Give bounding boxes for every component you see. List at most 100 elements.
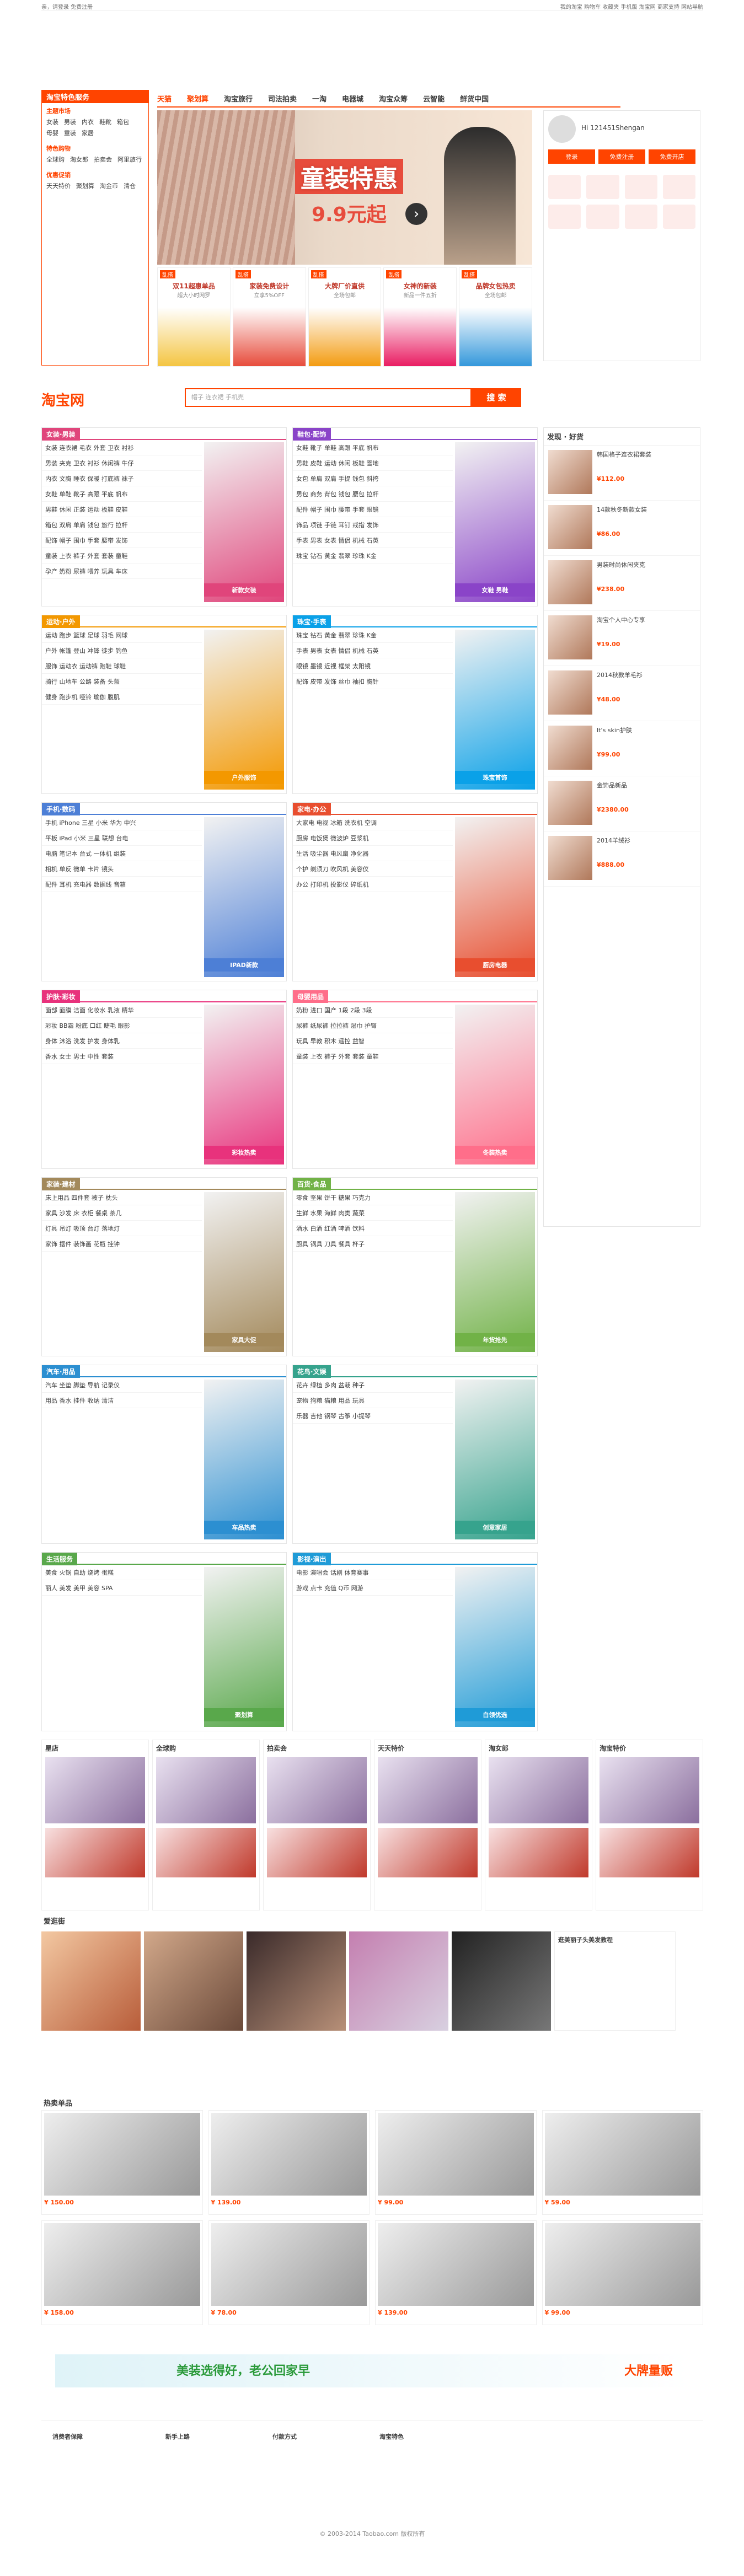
section-title[interactable]: 护肤·彩妆	[42, 990, 80, 1003]
section-row[interactable]: 尿裤 纸尿裤 拉拉裤 湿巾 护臀	[293, 1018, 453, 1033]
section-row[interactable]: 面部 面膜 洁面 化妆水 乳液 精华	[42, 1002, 202, 1018]
section-row[interactable]: 眼镜 墨镜 近视 框架 太阳镜	[293, 658, 453, 674]
section-row[interactable]: 相机 单反 微单 卡片 镜头	[42, 861, 202, 877]
hot-item-card[interactable]: ¥ 59.00	[542, 2110, 703, 2215]
service-item[interactable]: 鞋靴	[99, 117, 111, 126]
service-item[interactable]: 箱包	[117, 117, 129, 126]
grid-icon-4[interactable]	[662, 175, 695, 199]
section-row[interactable]: 游戏 点卡 充值 Q币 网游	[293, 1580, 453, 1596]
section-row[interactable]: 男鞋 皮鞋 运动 休闲 板鞋 雪地	[293, 455, 453, 471]
grid-icon-1[interactable]	[548, 175, 581, 199]
nav-tab[interactable]: 一淘	[312, 93, 326, 104]
hot-good-item[interactable]: 2014秋款羊毛衫 ¥48.00	[544, 666, 700, 721]
service-item[interactable]: 淘女郎	[70, 155, 88, 164]
promo-card[interactable]: 乱搭 大牌厂价直供 全场包邮	[308, 267, 382, 367]
service-item[interactable]: 聚划算	[76, 181, 94, 190]
section-row[interactable]: 运动 跑步 篮球 足球 羽毛 网球	[42, 627, 202, 643]
nav-tab[interactable]: 淘宝众筹	[379, 93, 408, 104]
section-row[interactable]: 汽车 坐垫 脚垫 导航 记录仪	[42, 1377, 202, 1393]
hot-good-item[interactable]: 14款秋冬新款女装 ¥86.00	[544, 501, 700, 556]
promo-card[interactable]: 乱搭 双11超惠单品 超大小时网罗	[157, 267, 231, 367]
section-row[interactable]: 宠物 狗粮 猫粮 用品 玩具	[293, 1393, 453, 1408]
promo-card[interactable]: 乱搭 品牌女包热卖 全场包邮	[459, 267, 532, 367]
channel-column[interactable]: 天天特价	[374, 1740, 481, 1910]
section-title[interactable]: 生活服务	[42, 1553, 78, 1565]
section-row[interactable]: 花卉 绿植 多肉 盆栽 种子	[293, 1377, 453, 1393]
section-promo-image[interactable]: 新款女装	[204, 442, 284, 602]
section-row[interactable]: 家具 沙发 床 衣柜 餐桌 茶几	[42, 1205, 202, 1221]
section-row[interactable]: 内衣 文胸 睡衣 保暖 打底裤 袜子	[42, 471, 202, 486]
love-img-1[interactable]	[41, 1931, 141, 2031]
section-row[interactable]: 床上用品 四件套 被子 枕头	[42, 1190, 202, 1205]
section-row[interactable]: 女鞋 单鞋 靴子 高跟 平底 帆布	[42, 486, 202, 502]
section-row[interactable]: 酒水 白酒 红酒 啤酒 饮料	[293, 1221, 453, 1236]
grid-icon-8[interactable]	[662, 205, 695, 229]
grid-icon-5[interactable]	[548, 205, 581, 229]
service-item[interactable]: 清仓	[124, 181, 136, 190]
hero-cta-icon[interactable]: ›	[405, 203, 427, 225]
nav-tab[interactable]: 司法拍卖	[268, 93, 297, 104]
section-row[interactable]: 丽人 美发 美甲 美容 SPA	[42, 1580, 202, 1596]
section-title[interactable]: 珠宝·手表	[293, 615, 331, 628]
nav-tab[interactable]: 电器城	[342, 93, 363, 104]
section-row[interactable]: 配件 帽子 围巾 腰带 手套 眼镜	[293, 502, 453, 517]
hot-good-item[interactable]: 韩国格子连衣裙套装 ¥112.00	[544, 446, 700, 501]
service-item[interactable]: 童装	[64, 128, 76, 137]
topbar-right-links[interactable]: 我的淘宝 购物车 收藏夹 手机版 淘宝网 商家支持 网站导航	[560, 2, 703, 10]
section-row[interactable]: 服饰 运动衣 运动裤 跑鞋 球鞋	[42, 658, 202, 674]
section-row[interactable]: 用品 香水 挂件 收纳 清洁	[42, 1393, 202, 1408]
section-row[interactable]: 孕产 奶粉 尿裤 喂养 玩具 车床	[42, 564, 202, 579]
section-row[interactable]: 健身 跑步机 哑铃 瑜伽 腹肌	[42, 689, 202, 705]
section-row[interactable]: 生鲜 水果 海鲜 肉类 蔬菜	[293, 1205, 453, 1221]
hot-good-item[interactable]: 男装时尚休闲夹克 ¥238.00	[544, 556, 700, 611]
section-row[interactable]: 玩具 早教 积木 遥控 益智	[293, 1033, 453, 1049]
hot-item-card[interactable]: ¥ 99.00	[542, 2220, 703, 2325]
service-item[interactable]: 家居	[82, 128, 94, 137]
love-img-4[interactable]	[349, 1931, 448, 2031]
service-item[interactable]: 拍卖会	[94, 155, 112, 164]
section-row[interactable]: 奶粉 进口 国产 1段 2段 3段	[293, 1002, 453, 1018]
section-promo-image[interactable]: 彩妆热卖	[204, 1005, 284, 1164]
section-row[interactable]: 美食 火锅 自助 烧烤 蛋糕	[42, 1565, 202, 1580]
service-item[interactable]: 淘金币	[100, 181, 118, 190]
section-promo-image[interactable]: 年货抢先	[455, 1192, 535, 1352]
channel-column[interactable]: 淘女郎	[485, 1740, 592, 1910]
hero-banner[interactable]: 童装特惠 9.9元起 ›	[157, 110, 532, 265]
section-title[interactable]: 运动·户外	[42, 615, 80, 628]
section-row[interactable]: 身体 沐浴 洗发 护发 身体乳	[42, 1033, 202, 1049]
section-promo-image[interactable]: 聚划算	[204, 1567, 284, 1727]
section-title[interactable]: 花鸟·文娱	[293, 1365, 331, 1378]
section-row[interactable]: 厨房 电饭煲 微波炉 豆浆机	[293, 830, 453, 846]
section-row[interactable]: 配饰 皮带 发饰 丝巾 袖扣 胸针	[293, 674, 453, 689]
love-img-3[interactable]	[247, 1931, 346, 2031]
hot-good-item[interactable]: 淘宝个人中心专享 ¥19.00	[544, 611, 700, 666]
section-row[interactable]: 珠宝 钻石 黄金 翡翠 珍珠 K金	[293, 548, 453, 564]
footer-service[interactable]: 新手上路	[165, 2432, 190, 2441]
section-title[interactable]: 汽车·用品	[42, 1365, 80, 1378]
section-row[interactable]: 平板 iPad 小米 三星 联想 台电	[42, 830, 202, 846]
footer-service[interactable]: 淘宝特色	[379, 2432, 404, 2441]
section-row[interactable]: 女装 连衣裙 毛衣 外套 卫衣 衬衫	[42, 440, 202, 455]
service-item[interactable]: 男装	[64, 117, 76, 126]
section-row[interactable]: 香水 女士 男士 中性 套装	[42, 1049, 202, 1064]
footer-service[interactable]: 付款方式	[272, 2432, 297, 2441]
service-item[interactable]: 天天特价	[46, 181, 71, 190]
hot-item-card[interactable]: ¥ 158.00	[41, 2220, 203, 2325]
hot-good-item[interactable]: 2014羊绒衫 ¥888.00	[544, 831, 700, 887]
nav-tab[interactable]: 天猫	[157, 93, 172, 104]
user-button[interactable]: 免费注册	[598, 149, 645, 164]
section-promo-image[interactable]: 创意家居	[455, 1380, 535, 1539]
section-row[interactable]: 彩妆 BB霜 粉底 口红 睫毛 眼影	[42, 1018, 202, 1033]
promo-card[interactable]: 乱搭 女神的新装 新品一件五折	[383, 267, 457, 367]
hot-item-card[interactable]: ¥ 139.00	[375, 2220, 537, 2325]
section-row[interactable]: 女包 单肩 双肩 手提 钱包 斜挎	[293, 471, 453, 486]
hot-item-card[interactable]: ¥ 99.00	[375, 2110, 537, 2215]
service-item[interactable]: 母婴	[46, 128, 58, 137]
search-button[interactable]: 搜 索	[472, 388, 521, 407]
section-row[interactable]: 配饰 帽子 围巾 手套 腰带 发饰	[42, 533, 202, 548]
section-promo-image[interactable]: 户外服饰	[204, 630, 284, 790]
section-row[interactable]: 大家电 电视 冰箱 洗衣机 空调	[293, 815, 453, 830]
nav-tab[interactable]: 云智能	[423, 93, 445, 104]
section-title[interactable]: 百货·食品	[293, 1178, 331, 1190]
grid-icon-7[interactable]	[624, 205, 657, 229]
